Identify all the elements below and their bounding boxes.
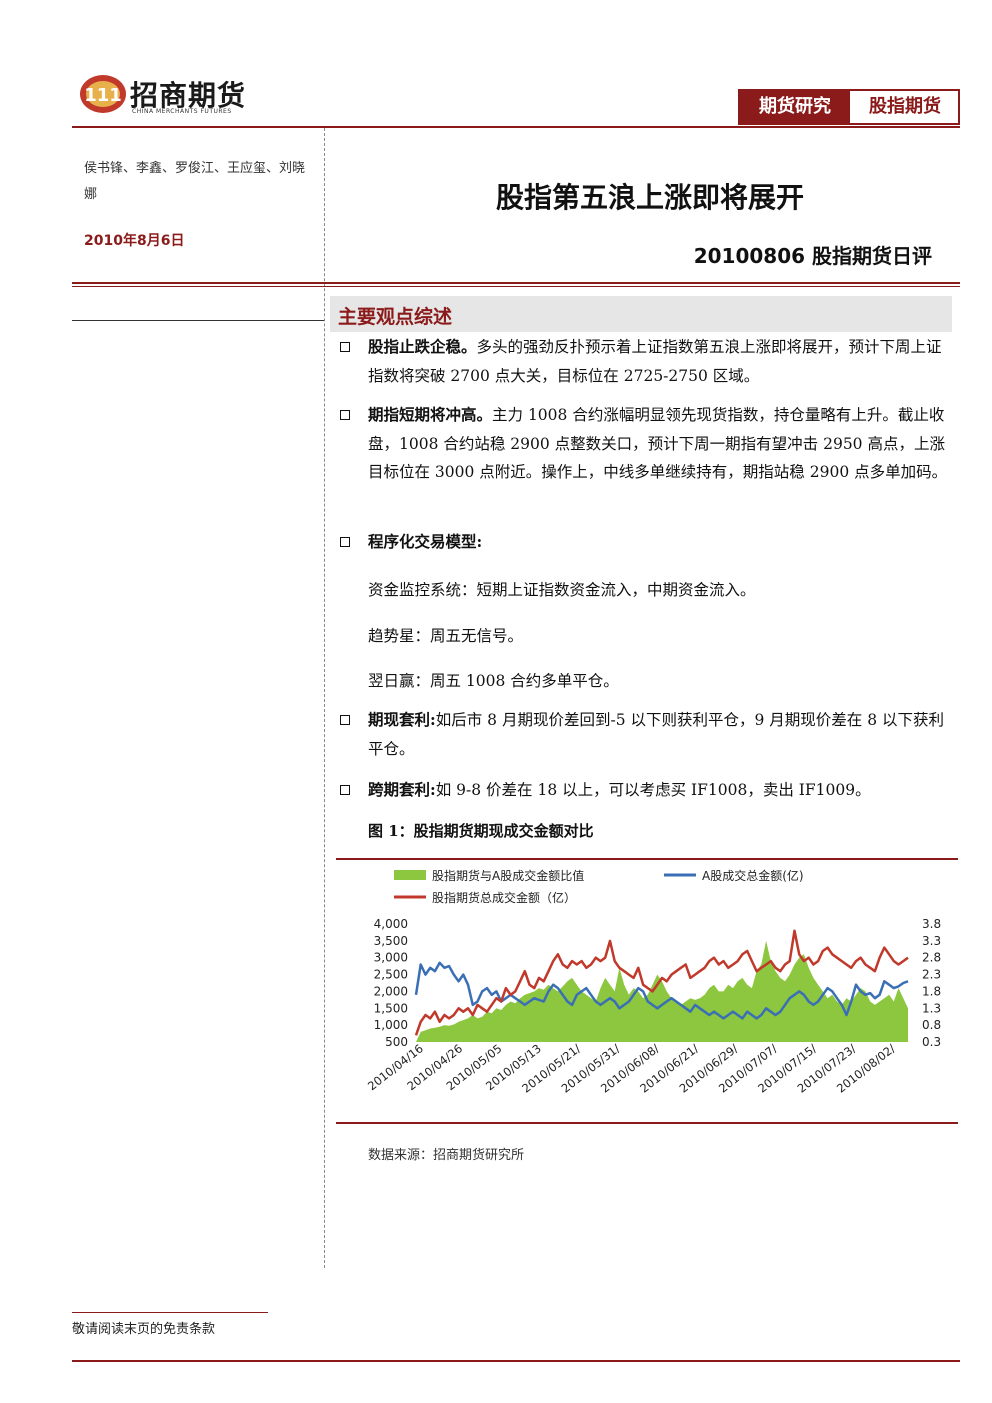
tag-research: 期货研究: [740, 91, 850, 123]
item-lead: 程序化交易模型:: [368, 532, 483, 551]
section-header: 主要观点综述: [330, 296, 952, 332]
y-tick-label: 500: [385, 1035, 408, 1049]
y-tick-label: 3,000: [374, 951, 408, 965]
company-logo: 111 招商期货 CHINA MERCHANTS FUTURES: [78, 72, 268, 122]
header-divider: [72, 126, 960, 128]
logo-english: CHINA MERCHANTS FUTURES: [132, 108, 232, 115]
figure-bottom-rule: [336, 1122, 958, 1124]
footer-rule: [72, 1312, 268, 1313]
legend-label: A股成交总金额(亿): [702, 868, 804, 883]
figure-top-rule: [336, 858, 958, 860]
authors: 侯书锋、李鑫、罗俊江、王应玺、刘晓娜: [84, 161, 306, 202]
legend-label: 股指期货与A股成交金额比值: [432, 868, 584, 883]
y-tick-label: 1,000: [374, 1018, 408, 1032]
figure-caption: 图 1：股指期货期现成交金额对比: [368, 822, 594, 840]
y2-tick-label: 1.8: [922, 984, 941, 998]
checkbox-bullet-icon: [340, 342, 350, 352]
item-lead: 期现套利:: [368, 710, 436, 729]
item-lead: 股指止跌企稳。: [368, 337, 477, 356]
y-tick-label: 2,500: [374, 968, 408, 982]
disclaimer-notice: 敬请阅读末页的免责条款: [72, 1322, 216, 1337]
sidebar-divider: [72, 320, 324, 321]
report-date: 2010年8月6日: [84, 233, 185, 249]
model-line: 趋势星：周五无信号。: [368, 627, 524, 645]
checkbox-bullet-icon: [340, 785, 350, 795]
y2-tick-label: 0.8: [922, 1018, 941, 1032]
y2-tick-label: 2.3: [922, 968, 941, 982]
report-title: 股指第五浪上涨即将展开: [495, 181, 804, 214]
model-line: 资金监控系统：短期上证指数资金流入，中期资金流入。: [368, 581, 756, 599]
page-bottom-rule: [72, 1360, 960, 1362]
title-divider: [72, 282, 960, 284]
y-tick-label: 1,500: [374, 1001, 408, 1015]
svg-text:111: 111: [84, 85, 122, 106]
y-tick-label: 4,000: [374, 917, 408, 931]
section-title: 主要观点综述: [338, 306, 453, 328]
y-tick-label: 2,000: [374, 984, 408, 998]
y-tick-label: 3,500: [374, 934, 408, 948]
item-lead: 期指短期将冲高。: [368, 405, 493, 424]
item-text: 如 9-8 价差在 18 以上，可以考虑买 IF1008，卖出 IF1009。: [435, 781, 871, 799]
legend-label: 股指期货总成交金额（亿）: [432, 890, 576, 905]
turnover-chart: 股指期货与A股成交金额比值 A股成交总金额(亿) 股指期货总成交金额（亿） 4,000…: [365, 868, 941, 1096]
item-lead: 跨期套利:: [368, 780, 436, 799]
checkbox-bullet-icon: [340, 537, 350, 547]
y2-tick-label: 0.3: [922, 1035, 941, 1049]
model-line: 翌日赢：周五 1008 合约多单平仓。: [368, 672, 619, 690]
report-subtitle: 20100806 股指期货日评: [693, 244, 932, 268]
title-divider-thin: [72, 286, 960, 287]
data-source: 数据来源：招商期货研究所: [368, 1148, 525, 1163]
tag-category: 股指期货: [869, 96, 941, 117]
column-divider: [324, 128, 325, 1268]
logo-mark-icon: 111: [80, 75, 126, 113]
y2-tick-label: 1.3: [922, 1001, 941, 1015]
item-text: 如后市 8 月期现价差回到-5 以下则获利平仓，9 月期现价差在 8 以下获利平…: [368, 711, 944, 758]
y2-tick-label: 2.8: [922, 951, 941, 965]
legend-swatch: [394, 870, 426, 880]
checkbox-bullet-icon: [340, 715, 350, 725]
y2-tick-label: 3.8: [922, 917, 941, 931]
y2-tick-label: 3.3: [922, 934, 941, 948]
checkbox-bullet-icon: [340, 410, 350, 420]
category-tag-bar: 期货研究 股指期货: [738, 89, 960, 125]
